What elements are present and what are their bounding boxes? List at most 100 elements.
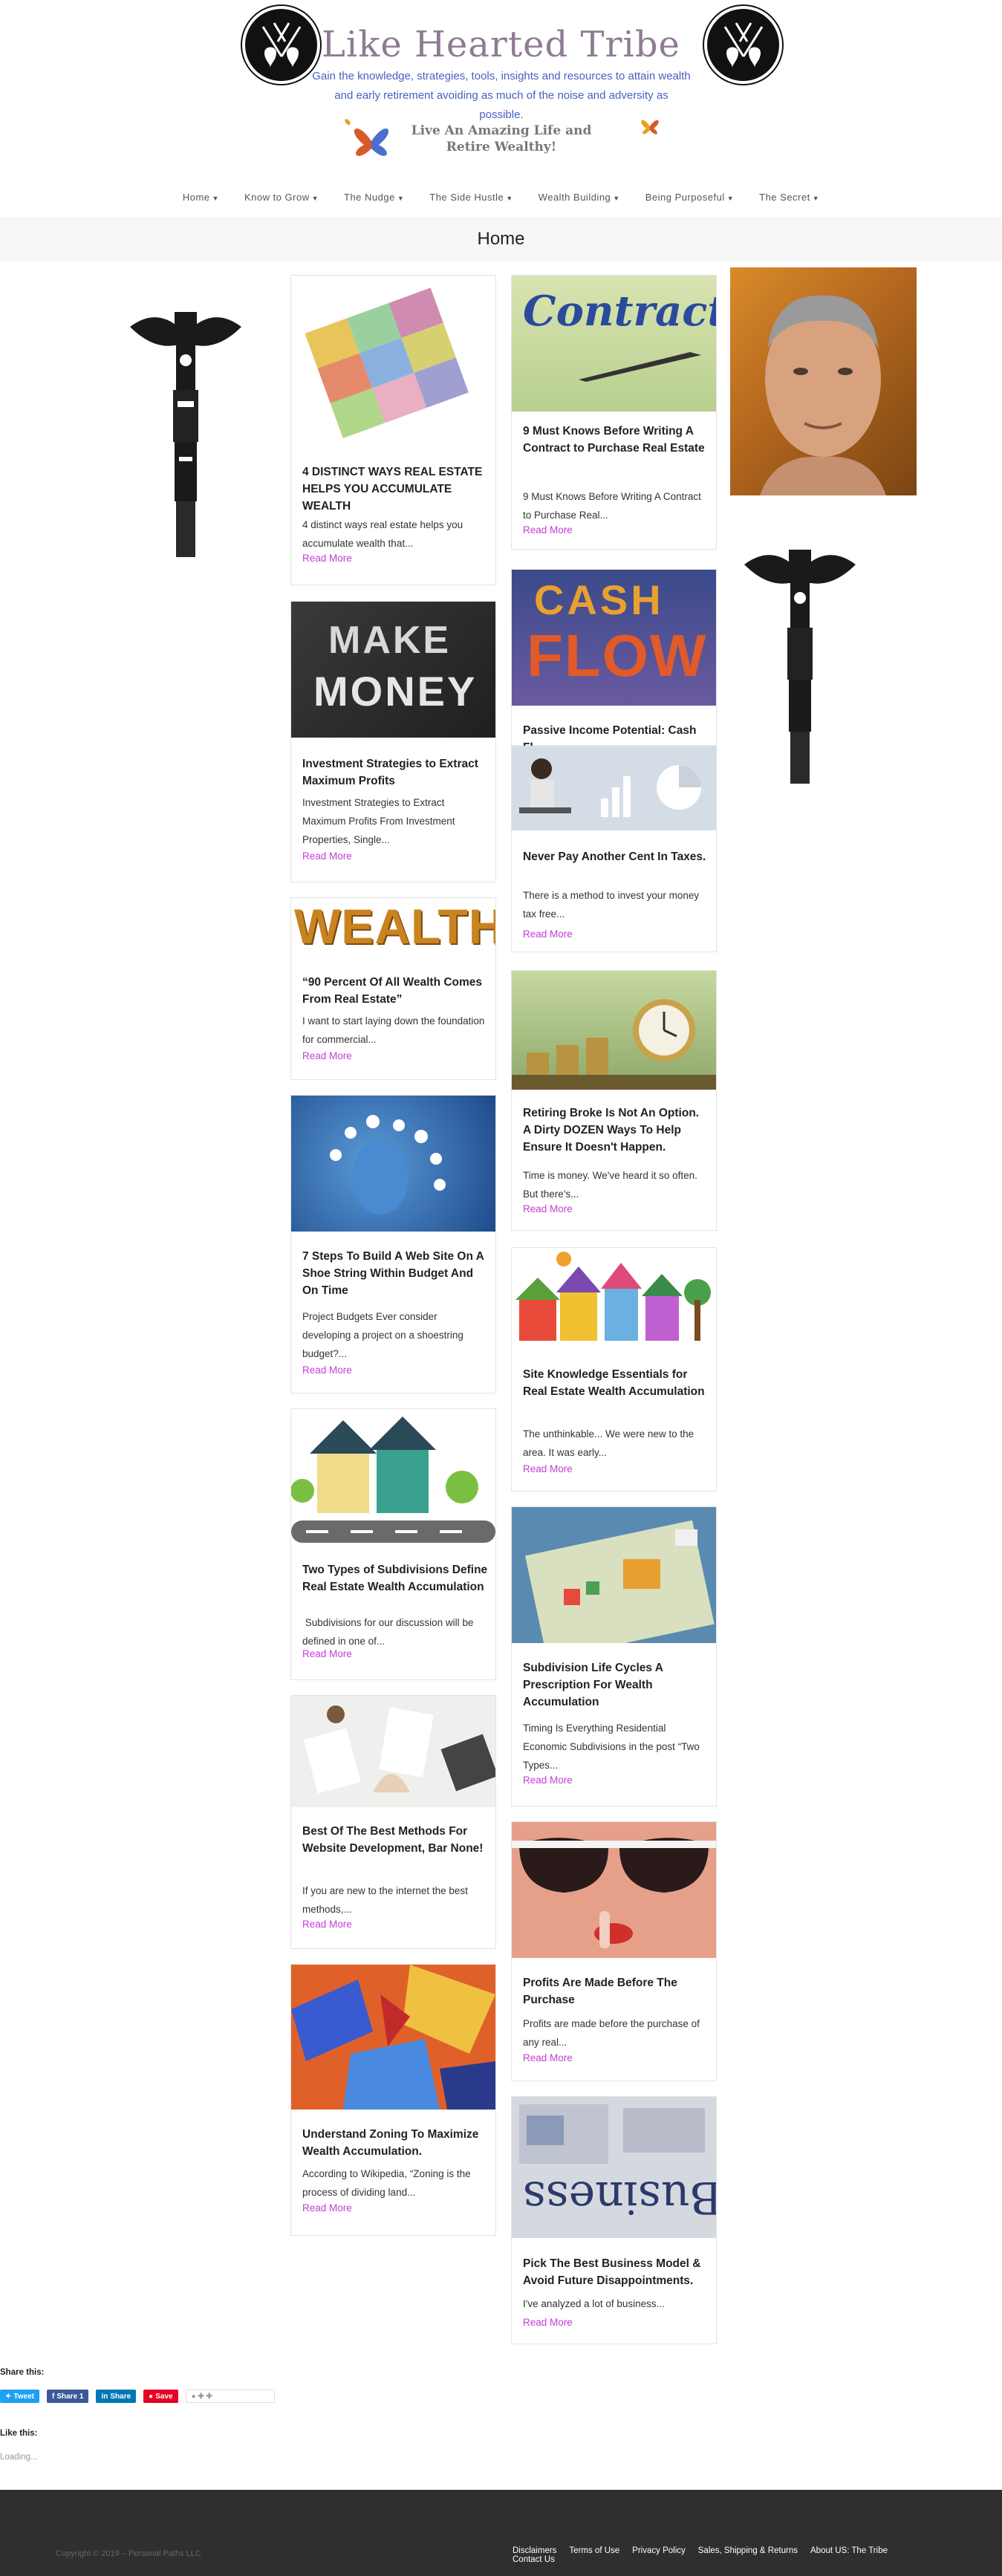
monopoly-board-image[interactable]: [512, 1507, 716, 1643]
abstract-paint-image[interactable]: [291, 1965, 495, 2110]
desk-laptop-image[interactable]: [291, 1696, 495, 1807]
pinterest-icon: ●: [149, 2392, 154, 2401]
post-title[interactable]: Understand Zoning To Maximize Wealth Acc…: [302, 2126, 488, 2160]
pinterest-save-label: Save: [155, 2392, 173, 2401]
tweet-label: Tweet: [13, 2392, 34, 2401]
post-card[interactable]: 4 DISTINCT WAYS REAL ESTATE HELPS YOU AC…: [290, 275, 496, 585]
wealth-word: WEALTH: [294, 899, 495, 950]
site-title[interactable]: Like Hearted Tribe: [0, 24, 1002, 65]
linkedin-share-button[interactable]: in Share: [96, 2390, 137, 2403]
post-card[interactable]: Retiring Broke Is Not An Option. A Dirty…: [511, 970, 717, 1231]
read-more-link[interactable]: Read More: [523, 1775, 573, 1786]
nav-item-wealth-building[interactable]: Wealth Building ▼: [526, 188, 633, 210]
post-card[interactable]: Business Pick The Best Business Model & …: [511, 2096, 717, 2344]
contract-pen-image[interactable]: Contract.: [512, 276, 716, 412]
business-newspaper-image[interactable]: Business: [512, 2097, 716, 2238]
post-card[interactable]: Site Knowledge Essentials for Real Estat…: [511, 1247, 717, 1492]
wealth-word-image[interactable]: WEALTH: [291, 898, 495, 950]
puzzle-money-image[interactable]: [291, 276, 495, 454]
read-more-link[interactable]: Read More: [302, 850, 352, 862]
nav-item-being-purposeful[interactable]: Being Purposeful ▼: [633, 188, 746, 210]
footer-links: Disclaimers Terms of Use Privacy Policy Sal…: [513, 2546, 958, 2564]
footer-link-privacy[interactable]: Privacy Policy: [632, 2546, 686, 2555]
post-card[interactable]: Subdivision Life Cycles A Prescription F…: [511, 1506, 717, 1806]
like-label: Like this:: [0, 2429, 38, 2438]
pinterest-save-button[interactable]: ● Save: [143, 2390, 178, 2403]
footer-link-sales[interactable]: Sales, Shipping & Returns: [698, 2546, 798, 2555]
stumbleupon-button[interactable]: ● ✚ ✚: [185, 2390, 275, 2403]
post-title[interactable]: Best Of The Best Methods For Website Dev…: [302, 1823, 488, 1857]
post-card[interactable]: Understand Zoning To Maximize Wealth Acc…: [290, 1964, 496, 2236]
read-more-link[interactable]: Read More: [523, 524, 573, 536]
footer-link-terms[interactable]: Terms of Use: [569, 2546, 619, 2555]
read-more-link[interactable]: Read More: [523, 928, 573, 940]
tweet-button[interactable]: ✦ Tweet: [0, 2390, 39, 2403]
post-card[interactable]: Two Types of Subdivisions Define Real Es…: [290, 1408, 496, 1680]
nav-item-the-side-hustle[interactable]: The Side Hustle ▼: [417, 188, 525, 210]
post-card[interactable]: 7 Steps To Build A Web Site On A Shoe St…: [290, 1095, 496, 1393]
nav-item-label: Know to Grow: [244, 192, 310, 203]
post-card[interactable]: WEALTH “90 Percent Of All Wealth Comes F…: [290, 897, 496, 1080]
read-more-link[interactable]: Read More: [302, 2202, 352, 2214]
laptop-charts-image[interactable]: [512, 747, 716, 830]
post-title[interactable]: Profits Are Made Before The Purchase: [523, 1974, 709, 2009]
nav-item-label: Wealth Building: [538, 192, 611, 203]
post-card[interactable]: MAKE MONEY Investment Strategies to Extr…: [290, 601, 496, 882]
post-title[interactable]: Subdivision Life Cycles A Prescription F…: [523, 1659, 709, 1711]
read-more-link[interactable]: Read More: [302, 1365, 352, 1376]
nav-item-label: The Side Hustle: [429, 192, 504, 203]
footer-link-disclaimers[interactable]: Disclaimers: [513, 2546, 556, 2555]
post-card[interactable]: Best Of The Best Methods For Website Dev…: [290, 1695, 496, 1949]
post-title[interactable]: Retiring Broke Is Not An Option. A Dirty…: [523, 1105, 709, 1156]
footer-link-contact[interactable]: Contact Us: [513, 2555, 555, 2564]
butterfly-icon: [641, 120, 659, 134]
read-more-link[interactable]: Read More: [302, 1050, 352, 1061]
post-title[interactable]: Never Pay Another Cent In Taxes.: [523, 848, 709, 865]
chevron-down-icon: ▼: [212, 195, 219, 202]
post-title[interactable]: Pick The Best Business Model & Avoid Fut…: [523, 2255, 709, 2289]
post-title[interactable]: “90 Percent Of All Wealth Comes From Rea…: [302, 974, 488, 1008]
make-money-chalkboard-image[interactable]: MAKE MONEY: [291, 602, 495, 738]
post-title[interactable]: 4 DISTINCT WAYS REAL ESTATE HELPS YOU AC…: [302, 464, 488, 515]
post-excerpt: Timing Is Everything Residential Economi…: [523, 1723, 700, 1771]
post-title[interactable]: Two Types of Subdivisions Define Real Es…: [302, 1561, 488, 1596]
post-card[interactable]: Contract. 9 Must Knows Before Writing A …: [511, 275, 717, 550]
nav-item-know-to-grow[interactable]: Know to Grow ▼: [232, 188, 331, 210]
post-title[interactable]: Investment Strategies to Extract Maximum…: [302, 755, 488, 790]
post-card[interactable]: Never Pay Another Cent In Taxes. There i…: [511, 746, 717, 952]
tribe-logo-right[interactable]: [704, 6, 782, 84]
nav-item-label: The Nudge: [344, 192, 395, 203]
web-icons-face-image[interactable]: [291, 1096, 495, 1232]
footer-link-about[interactable]: About US: The Tribe: [810, 2546, 888, 2555]
two-houses-image[interactable]: [291, 1409, 495, 1545]
chevron-down-icon: ▼: [613, 195, 620, 202]
cash-flow-image[interactable]: CASH FLOW: [512, 570, 716, 706]
post-title[interactable]: Site Knowledge Essentials for Real Estat…: [523, 1366, 709, 1400]
nav-item-label: Home: [182, 192, 210, 203]
stumbleupon-icon: ● ✚ ✚: [191, 2392, 212, 2401]
read-more-link[interactable]: Read More: [523, 2052, 573, 2063]
cartoon-houses-image[interactable]: [512, 1248, 716, 1352]
read-more-link[interactable]: Read More: [302, 553, 352, 564]
sunglasses-woman-image[interactable]: [512, 1822, 716, 1958]
nav-item-home[interactable]: Home ▼: [170, 188, 232, 210]
nav-item-the-secret[interactable]: The Secret ▼: [746, 188, 832, 210]
facebook-share-button[interactable]: f Share 1: [47, 2390, 89, 2403]
post-excerpt: Project Budgets Ever consider developing…: [302, 1311, 463, 1359]
read-more-link[interactable]: Read More: [302, 1919, 352, 1930]
totem-pole-image: [744, 550, 856, 784]
nav-item-the-nudge[interactable]: The Nudge ▼: [331, 188, 417, 210]
post-card[interactable]: CASH FLOW Passive Income Potential: Cash…: [511, 569, 717, 754]
share-buttons: ✦ Tweet f Share 1 in Share ● Save ● ✚ ✚: [0, 2390, 275, 2403]
read-more-link[interactable]: Read More: [523, 1463, 573, 1474]
read-more-link[interactable]: Read More: [523, 2317, 573, 2328]
post-title[interactable]: 9 Must Knows Before Writing A Contract t…: [523, 423, 709, 457]
clock-coins-image[interactable]: [512, 971, 716, 1090]
read-more-link[interactable]: Read More: [523, 1203, 573, 1214]
post-title[interactable]: 7 Steps To Build A Web Site On A Shoe St…: [302, 1248, 488, 1299]
money-word: MONEY: [313, 668, 478, 715]
business-word: Business: [523, 2171, 716, 2223]
chevron-down-icon: ▼: [311, 195, 319, 202]
read-more-link[interactable]: Read More: [302, 1648, 352, 1659]
post-card[interactable]: Profits Are Made Before The Purchase Pro…: [511, 1821, 717, 2081]
